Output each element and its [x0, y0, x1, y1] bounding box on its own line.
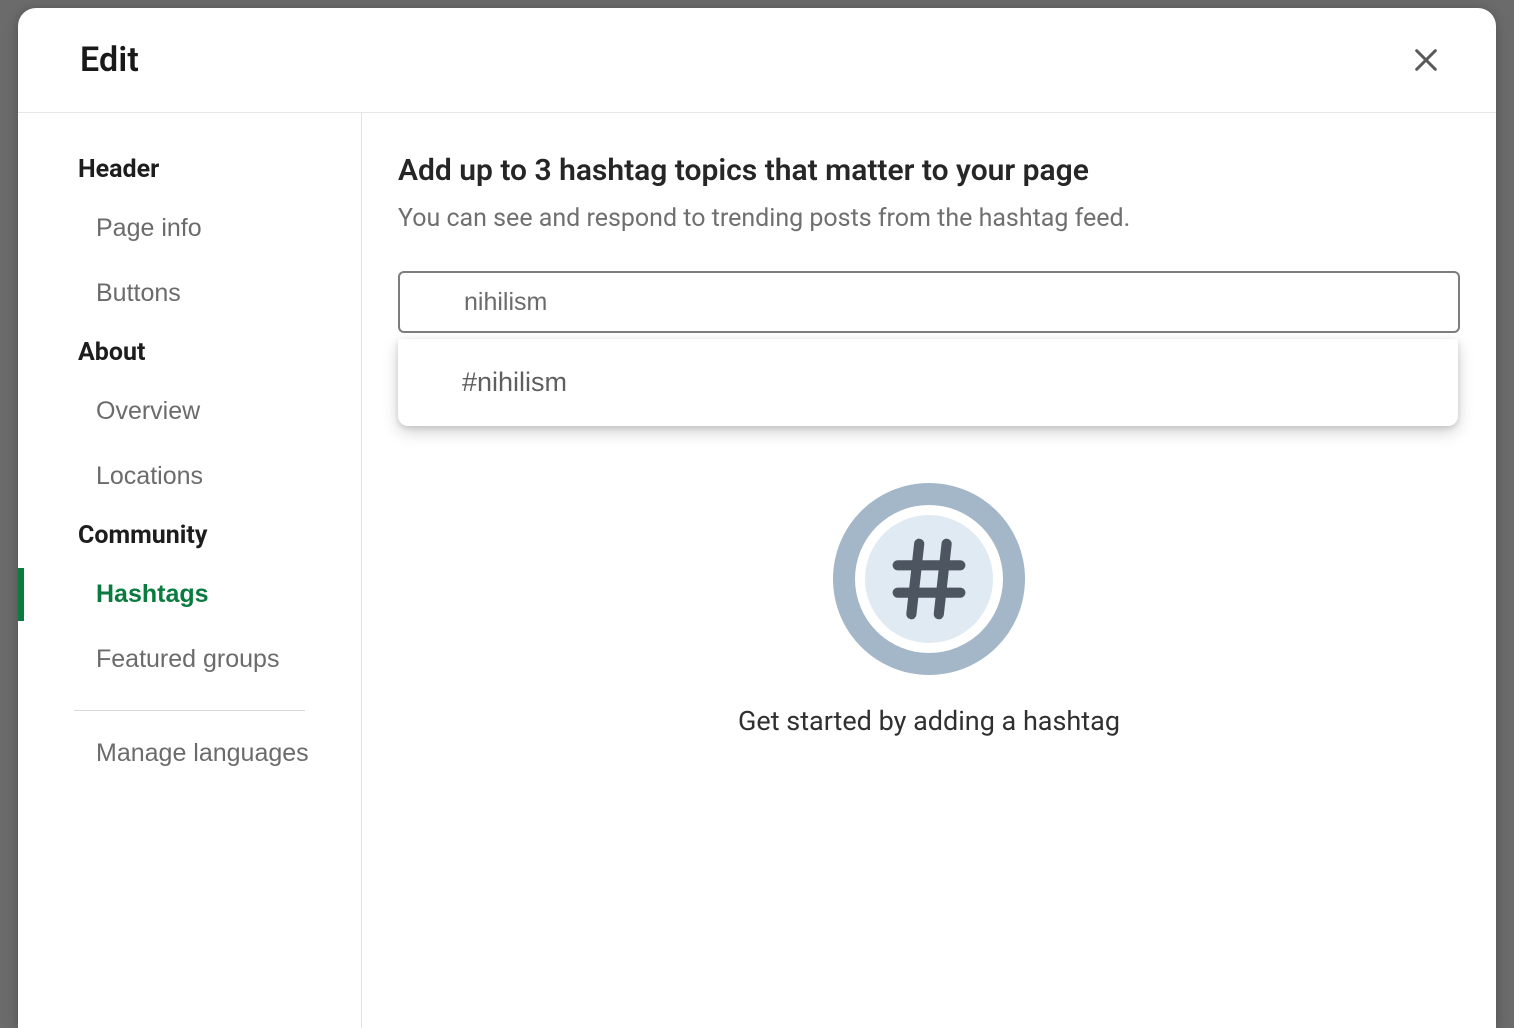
- hashtag-input[interactable]: [398, 271, 1460, 333]
- modal-header: Edit: [18, 8, 1496, 113]
- content-subtitle: You can see and respond to trending post…: [398, 204, 1460, 233]
- content-panel: Add up to 3 hashtag topics that matter t…: [362, 113, 1496, 1028]
- hashtag-suggestions-dropdown: #nihilism: [398, 339, 1458, 426]
- modal-title: Edit: [80, 40, 139, 80]
- edit-modal: Edit Header Page info Buttons About Over…: [18, 8, 1496, 1028]
- close-icon: [1410, 44, 1442, 76]
- section-header-community: Community: [18, 509, 361, 562]
- close-button[interactable]: [1404, 38, 1448, 82]
- sidebar-item-manage-languages[interactable]: Manage languages: [18, 721, 361, 786]
- sidebar-item-featured-groups[interactable]: Featured groups: [18, 627, 361, 692]
- sidebar-divider: [74, 710, 305, 711]
- section-header-about: About: [18, 326, 361, 379]
- sidebar-item-overview[interactable]: Overview: [18, 379, 361, 444]
- section-header-header: Header: [18, 143, 361, 196]
- content-title: Add up to 3 hashtag topics that matter t…: [398, 153, 1460, 188]
- settings-sidebar: Header Page info Buttons About Overview …: [18, 113, 362, 1028]
- sidebar-item-buttons[interactable]: Buttons: [18, 261, 361, 326]
- hashtag-illustration: [833, 483, 1025, 675]
- hashtag-icon: [882, 532, 976, 626]
- empty-state: Get started by adding a hashtag: [398, 483, 1460, 737]
- empty-state-text: Get started by adding a hashtag: [738, 705, 1120, 737]
- sidebar-item-locations[interactable]: Locations: [18, 444, 361, 509]
- sidebar-item-hashtags[interactable]: Hashtags: [18, 562, 361, 627]
- sidebar-item-page-info[interactable]: Page info: [18, 196, 361, 261]
- modal-body: Header Page info Buttons About Overview …: [18, 113, 1496, 1028]
- hashtag-suggestion-item[interactable]: #nihilism: [398, 339, 1458, 426]
